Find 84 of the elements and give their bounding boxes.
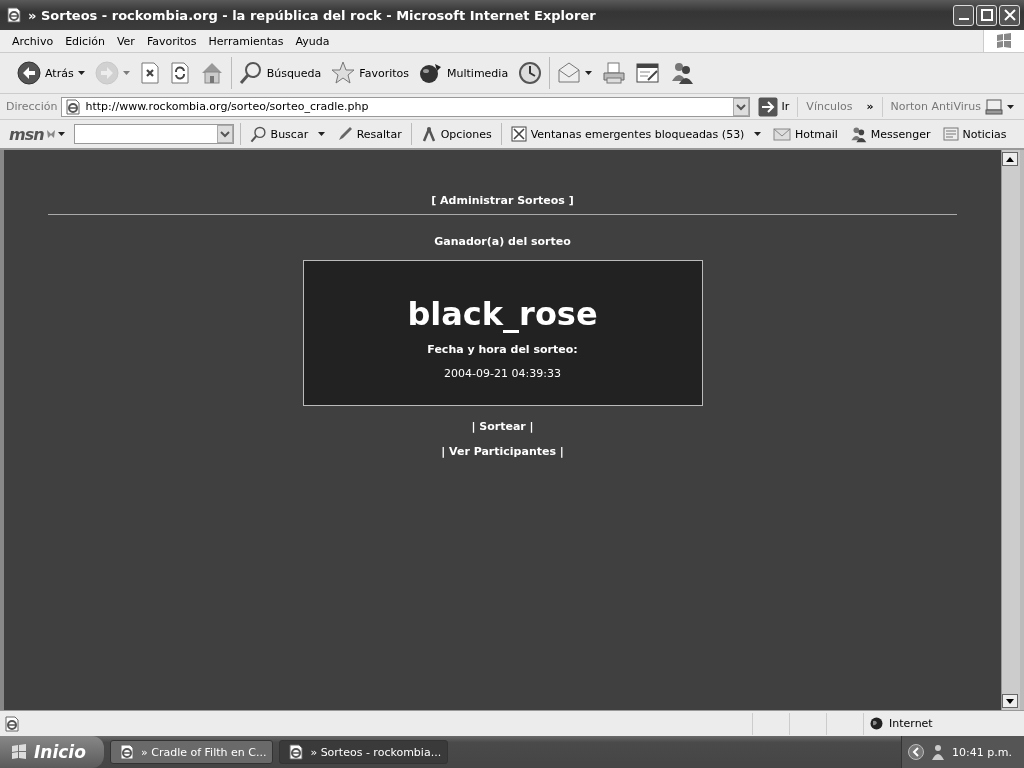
- pencil-icon: [336, 126, 353, 142]
- page-link[interactable]: | Sortear |: [471, 420, 534, 433]
- options-button[interactable]: Opciones: [417, 126, 495, 142]
- highlight-button[interactable]: Resaltar: [333, 126, 405, 142]
- norton-antivirus-button[interactable]: Norton AntiVirus: [886, 98, 1018, 115]
- links-chevron[interactable]: »: [866, 100, 874, 113]
- winner-heading: Ganador(a) del sorteo: [434, 235, 571, 248]
- admin-link[interactable]: [ Administrar Sorteos ]: [431, 194, 574, 207]
- windows-flag-icon: [995, 32, 1013, 50]
- winner-name: black_rose: [407, 295, 598, 333]
- media-icon: [419, 61, 443, 85]
- down-arrow-icon: [1006, 698, 1014, 704]
- menu-item[interactable]: Favoritos: [140, 34, 203, 48]
- globe-icon: [870, 717, 883, 730]
- tools-icon: [420, 126, 437, 142]
- favorites-button[interactable]: Favoritos: [328, 59, 412, 87]
- menu-item[interactable]: Ver: [110, 34, 141, 48]
- taskbar-button[interactable]: » Sorteos - rockombia...: [279, 740, 449, 764]
- address-label: Dirección: [6, 100, 58, 113]
- minimize-icon: [958, 18, 969, 20]
- caret-icon: [585, 71, 593, 75]
- menu-item[interactable]: Herramientas: [202, 34, 290, 48]
- browser-page-icon: [119, 744, 135, 760]
- page-icon: [65, 98, 82, 115]
- windows-flag-icon: [10, 743, 28, 761]
- popup-blocker-button[interactable]: Ventanas emergentes bloqueadas (53): [507, 126, 764, 142]
- scrollbar[interactable]: [1001, 150, 1020, 710]
- browser-page-icon: [288, 744, 305, 760]
- monitor-icon: [985, 98, 1003, 115]
- people-icon: [670, 61, 695, 85]
- scroll-down-button[interactable]: [1002, 694, 1018, 708]
- people-icon: [849, 125, 867, 143]
- minimize-button[interactable]: [953, 4, 974, 26]
- butterfly-icon: [45, 129, 56, 139]
- draw-date: 2004-09-21 04:39:33: [444, 367, 561, 380]
- user-icon: [930, 744, 947, 760]
- back-button[interactable]: Atrás: [14, 59, 88, 87]
- magnifier-icon: [249, 125, 267, 143]
- msn-logo-button[interactable]: msn: [6, 124, 68, 144]
- clock: 10:41 p.m.: [952, 745, 1012, 759]
- messenger-button[interactable]: Messenger: [846, 125, 934, 143]
- msn-search-field[interactable]: [73, 124, 234, 144]
- close-button[interactable]: [999, 4, 1020, 26]
- page-link[interactable]: | Ver Participantes |: [441, 445, 564, 458]
- printer-icon: [602, 61, 627, 85]
- search-button[interactable]: Búsqueda: [235, 59, 325, 87]
- magnifier-icon: [238, 61, 263, 85]
- caret-icon: [57, 132, 65, 136]
- taskbar-button[interactable]: » Cradle of Filth en C...: [110, 740, 274, 764]
- news-button[interactable]: Noticias: [939, 126, 1010, 142]
- up-arrow-icon: [1006, 156, 1014, 162]
- caret-icon: [753, 132, 761, 136]
- envelope-icon: [772, 127, 791, 141]
- media-button[interactable]: Multimedia: [416, 59, 512, 87]
- close-icon: [1001, 7, 1018, 23]
- go-button[interactable]: Ir: [753, 96, 794, 117]
- start-button[interactable]: Inicio: [0, 736, 104, 768]
- caret-icon: [317, 132, 325, 136]
- notepad-pencil-icon: [636, 62, 661, 84]
- stop-page-icon: [139, 62, 160, 84]
- address-field[interactable]: http://www.rockombia.org/sorteo/sorteo_cradle.php: [61, 96, 750, 117]
- window-icon: [6, 7, 22, 23]
- maximize-button[interactable]: [976, 4, 997, 26]
- newspaper-icon: [942, 126, 959, 142]
- draw-date-label: Fecha y hora del sorteo:: [427, 343, 578, 356]
- buscar-button[interactable]: Buscar: [246, 125, 328, 143]
- menu-item[interactable]: Edición: [59, 34, 111, 48]
- caret-icon: [1007, 104, 1014, 109]
- page-icon: [4, 715, 20, 732]
- security-zone: Internet: [889, 717, 933, 730]
- caret-icon: [77, 71, 85, 75]
- maximize-icon: [978, 7, 995, 23]
- menu-item[interactable]: Ayuda: [289, 34, 336, 48]
- refresh-page-icon: [169, 62, 190, 84]
- blocked-window-icon: [510, 126, 527, 142]
- window-title: » Sorteos - rockombia.org - la república del rock - Microsoft Internet Explorer: [28, 7, 597, 23]
- chevron-icon: [908, 744, 925, 760]
- star-icon: [331, 61, 356, 85]
- links-label[interactable]: Vínculos: [806, 100, 853, 113]
- caret-icon: [122, 71, 130, 75]
- hotmail-button[interactable]: Hotmail: [769, 127, 841, 141]
- scroll-up-button[interactable]: [1002, 152, 1018, 166]
- menu-item[interactable]: Archivo: [6, 34, 60, 48]
- envelope-icon: [557, 62, 582, 84]
